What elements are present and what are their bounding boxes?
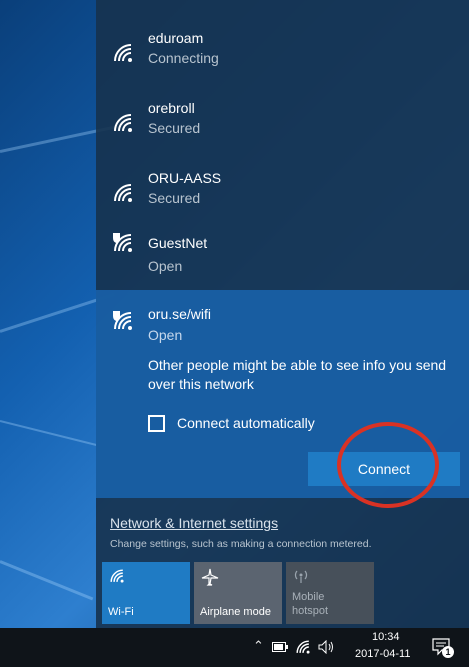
connect-automatically-label: Connect automatically — [177, 415, 315, 431]
network-flyout: eduroam Connecting orebroll Secured ORU-… — [96, 0, 469, 628]
network-name: oru.se/wifi — [148, 306, 212, 322]
clock-date[interactable]: 2017-04-11 — [355, 648, 410, 660]
network-item-orebroll[interactable]: orebroll Secured — [96, 82, 469, 150]
network-name: eduroam — [148, 30, 204, 46]
wifi-icon — [114, 184, 132, 202]
notification-count-badge: 1 — [442, 646, 454, 658]
open-network-warning: Other people might be able to see info y… — [148, 357, 447, 392]
wifi-shield-icon — [113, 311, 132, 330]
wifi-icon — [114, 114, 132, 132]
action-center-button[interactable]: 1 — [432, 638, 454, 658]
network-item-oru-aass[interactable]: ORU-AASS Secured — [96, 152, 469, 220]
network-settings-description: Change settings, such as making a connec… — [110, 538, 372, 550]
taskbar: ⌃ 10:34 2017-04-11 1 — [0, 628, 469, 667]
hotspot-icon — [294, 570, 308, 583]
wifi-shield-icon — [113, 233, 132, 252]
selected-network-card[interactable]: oru.se/wifi Open Other people might be a… — [96, 290, 469, 508]
wifi-icon — [114, 44, 132, 62]
network-name: ORU-AASS — [148, 170, 222, 186]
network-name: orebroll — [148, 100, 195, 116]
quick-action-label: Airplane mode — [200, 606, 271, 618]
highlight-ring-annotation — [337, 422, 439, 508]
network-settings-section: Network & Internet settings Change setti… — [96, 498, 469, 628]
quick-action-label: Mobile hotspot — [292, 591, 329, 617]
quick-action-airplane-mode[interactable]: Airplane mode — [194, 562, 282, 624]
wifi-tray-icon[interactable] — [295, 639, 311, 655]
airplane-icon — [201, 568, 219, 586]
network-settings-link[interactable]: Network & Internet settings — [110, 515, 278, 531]
network-item-guestnet[interactable]: GuestNet Open — [96, 220, 469, 288]
network-status: Connecting — [148, 50, 219, 66]
volume-icon[interactable] — [318, 640, 336, 654]
network-status: Open — [148, 258, 183, 274]
connect-automatically-checkbox[interactable] — [148, 414, 165, 432]
network-status: Open — [148, 327, 183, 343]
network-status: Secured — [148, 190, 201, 206]
quick-action-wifi[interactable]: Wi-Fi — [102, 562, 190, 624]
quick-action-label: Wi-Fi — [108, 606, 134, 618]
clock-time[interactable]: 10:34 — [372, 631, 400, 643]
quick-action-mobile-hotspot[interactable]: Mobile hotspot — [286, 562, 374, 624]
connect-automatically-row[interactable]: Connect automatically — [148, 412, 315, 434]
desktop-light-streak — [0, 560, 94, 601]
network-item-eduroam[interactable]: eduroam Connecting — [96, 12, 469, 80]
battery-icon[interactable] — [272, 642, 288, 652]
chevron-up-icon[interactable]: ⌃ — [253, 638, 264, 654]
wifi-icon — [110, 569, 124, 583]
network-name: GuestNet — [148, 235, 208, 251]
network-status: Secured — [148, 120, 201, 136]
